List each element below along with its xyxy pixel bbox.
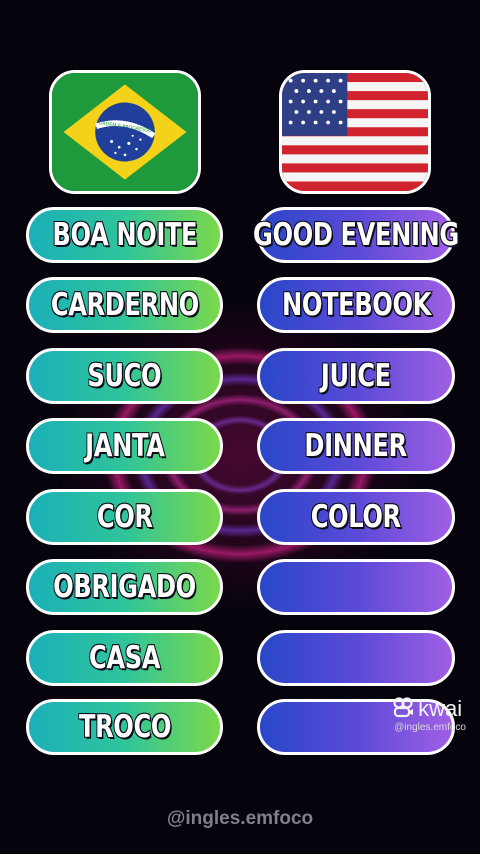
kwai-logo-icon [392,696,414,722]
pt-word-pill: SUCO [26,348,223,404]
pt-word-pill: CARDERNO [26,277,223,333]
en-word-pill: NOTEBOOK [257,277,455,333]
en-word: JUICE [320,357,392,395]
pt-word-pill: TROCO [26,699,223,755]
kwai-watermark: kwai @ingles.emfoco [392,696,466,733]
en-word: GOOD EVENING [252,216,460,254]
en-word-pill: DINNER [257,418,455,474]
en-word: COLOR [310,498,402,536]
footer-handle: @ingles.emfoco [166,808,314,829]
pt-word: SUCO [87,357,163,395]
brazil-flag-icon: ORDEM E PROGRESSO [49,70,201,194]
pt-word-pill: OBRIGADO [26,559,223,615]
pt-word-pill: COR [26,489,223,545]
pt-word: BOA NOITE [51,216,198,254]
en-word-pill: COLOR [257,489,455,545]
en-word: DINNER [304,427,408,465]
pt-word: COR [96,498,154,536]
pt-word-pill: CASA [26,630,223,686]
en-word-pill: GOOD EVENING [252,207,460,263]
en-word-pill: JUICE [257,348,455,404]
usa-flag-icon [279,70,431,194]
pt-word: TROCO [78,708,172,746]
kwai-brand: kwai [418,696,463,721]
en-word-pill-empty [257,630,455,686]
pt-word-pill: JANTA [26,418,223,474]
kwai-handle: @ingles.emfoco [394,722,466,733]
en-word-pill-empty [257,559,455,615]
pt-word: CARDERNO [50,286,200,324]
en-word: NOTEBOOK [281,286,432,324]
pt-word: CASA [88,639,161,677]
pt-word-pill: BOA NOITE [26,207,223,263]
pt-word: OBRIGADO [52,568,197,606]
pt-word: JANTA [84,427,165,465]
